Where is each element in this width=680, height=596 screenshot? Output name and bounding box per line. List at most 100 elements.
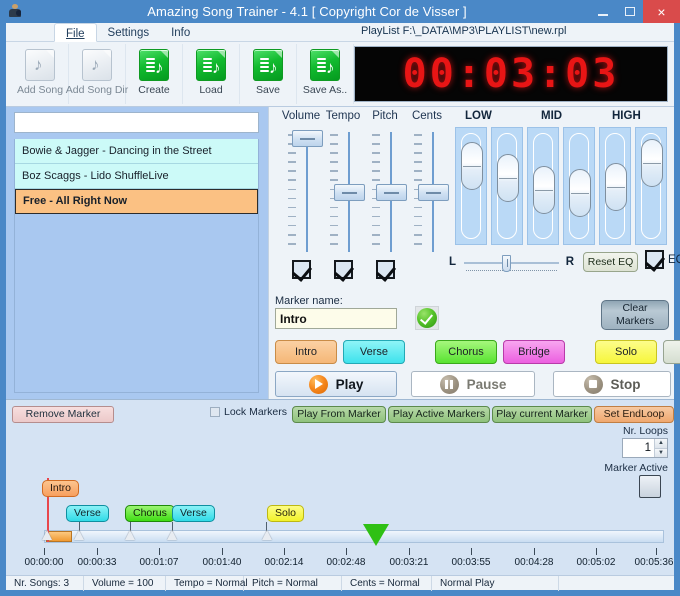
timeline-marker-handle[interactable]	[262, 530, 272, 540]
timeline-marker-handle[interactable]	[42, 530, 52, 540]
confirm-marker-button[interactable]	[415, 306, 439, 330]
nr-loops-spinner[interactable]: ▲ ▼	[654, 439, 667, 457]
toolbar-ribbon: ♪ Add Song ♪ Add Song Dir ♪ Create	[6, 42, 674, 107]
set-endloop-button[interactable]: Set EndLoop	[594, 406, 674, 423]
marker-intro-button[interactable]: Intro	[275, 340, 337, 364]
eq-slider-thumb[interactable]	[569, 169, 591, 217]
eq-high-left-slider[interactable]	[599, 127, 631, 245]
stop-button[interactable]: Stop	[553, 371, 671, 397]
status-playmode: Normal Play	[432, 576, 559, 591]
playback-position-marker[interactable]	[363, 524, 389, 546]
timeline-marker-handle[interactable]	[74, 530, 84, 540]
eq-slider-thumb[interactable]	[605, 163, 627, 211]
pause-label: Pause	[467, 377, 507, 392]
play-label: Play	[336, 377, 364, 392]
list-item[interactable]: Bowie & Jagger - Dancing in the Street	[15, 139, 258, 164]
volume-enable-checkbox[interactable]	[292, 260, 311, 279]
eq-low-right-slider[interactable]	[491, 127, 523, 245]
time-label: 00:01:07	[140, 557, 179, 568]
lock-markers-checkbox[interactable]	[210, 407, 220, 417]
spin-up-icon[interactable]: ▲	[655, 439, 667, 449]
save-as-button[interactable]: ♪ Save As..	[297, 44, 354, 104]
slider-thumb[interactable]	[418, 184, 449, 201]
pitch-enable-checkbox[interactable]	[376, 260, 395, 279]
song-filter-input[interactable]	[14, 112, 259, 133]
create-button[interactable]: ♪ Create	[126, 44, 183, 104]
menu-tab-file[interactable]: File	[54, 23, 97, 42]
minimize-button[interactable]	[589, 0, 616, 23]
timeline-marker-chorus[interactable]: Chorus	[125, 505, 175, 522]
nr-loops-value[interactable]: 1	[623, 442, 654, 454]
timeline-marker-solo[interactable]: Solo	[267, 505, 304, 522]
clear-markers-button[interactable]: ClearMarkers	[601, 300, 669, 330]
balance-thumb[interactable]	[502, 255, 511, 272]
play-from-marker-button[interactable]: Play From Marker	[292, 406, 386, 423]
menu-tab-settings[interactable]: Settings	[97, 23, 161, 42]
song-list-empty-area	[15, 216, 258, 392]
timeline-track[interactable]	[44, 530, 664, 543]
timeline[interactable]: Intro Verse Chorus Verse Solo 00:00:00	[6, 472, 674, 576]
play-button[interactable]: Play	[275, 371, 397, 397]
eq-sliders	[447, 127, 673, 245]
eq-high-label: HIGH	[612, 110, 641, 122]
marker-end-button[interactable]: End	[663, 340, 680, 364]
add-song-dir-button[interactable]: ♪ Add Song Dir	[69, 44, 126, 104]
eq-toggle-group: EQ	[645, 250, 680, 269]
marker-bridge-button[interactable]: Bridge	[503, 340, 565, 364]
timeline-marker-handle[interactable]	[167, 530, 177, 540]
menu-tab-settings-label: Settings	[108, 27, 150, 39]
eq-slider-thumb[interactable]	[497, 154, 519, 202]
playlist-doc-icon: ♪	[196, 49, 226, 81]
song-list[interactable]: Bowie & Jagger - Dancing in the Street B…	[14, 139, 259, 393]
list-item[interactable]: Free - All Right Now	[15, 189, 258, 214]
cents-slider[interactable]	[404, 128, 450, 256]
equalizer-panel: LOW MID HIGH L R Reset	[447, 110, 673, 279]
time-label: 00:03:55	[452, 557, 491, 568]
tempo-enable-checkbox[interactable]	[334, 260, 353, 279]
list-item[interactable]: Boz Scaggs - Lido ShuffleLive	[15, 164, 258, 189]
marker-chorus-button[interactable]: Chorus	[435, 340, 497, 364]
time-label: 00:00:00	[25, 557, 64, 568]
marker-name-input[interactable]	[275, 308, 397, 329]
reset-eq-button[interactable]: Reset EQ	[583, 252, 638, 272]
save-button[interactable]: ♪ Save	[240, 44, 297, 104]
spin-down-icon[interactable]: ▼	[655, 449, 667, 458]
pause-button[interactable]: Pause	[411, 371, 535, 397]
timeline-marker-handle[interactable]	[125, 530, 135, 540]
balance-slider[interactable]: L R	[449, 253, 574, 275]
balance-left-label: L	[449, 256, 456, 268]
add-song-label: Add Song	[17, 84, 63, 96]
marker-verse-button[interactable]: Verse	[343, 340, 405, 364]
timeline-marker-verse-2[interactable]: Verse	[172, 505, 215, 522]
marker-solo-button[interactable]: Solo	[595, 340, 657, 364]
nr-loops-stepper[interactable]: 1 ▲ ▼	[622, 438, 668, 458]
eq-slider-thumb[interactable]	[461, 142, 483, 190]
lock-markers-group[interactable]: Lock Markers	[210, 406, 287, 418]
status-cents: Cents = Normal	[342, 576, 432, 591]
eq-slider-thumb[interactable]	[641, 139, 663, 187]
add-song-button[interactable]: ♪ Add Song	[12, 44, 69, 104]
time-label: 00:00:33	[78, 557, 117, 568]
play-active-markers-button[interactable]: Play Active Markers	[388, 406, 490, 423]
close-button[interactable]: ×	[643, 0, 680, 23]
menu-tab-info[interactable]: Info	[160, 23, 201, 42]
timeline-marker-intro[interactable]: Intro	[42, 480, 79, 497]
eq-low-left-slider[interactable]	[455, 127, 487, 245]
menu-tab-file-label: File	[66, 28, 85, 40]
maximize-button[interactable]	[616, 0, 643, 23]
eq-slider-thumb[interactable]	[533, 166, 555, 214]
load-button[interactable]: ♪ Load	[183, 44, 240, 104]
clear-markers-line1: Clear	[622, 302, 647, 314]
menu-tabs: File Settings Info	[54, 23, 201, 42]
eq-mid-right-slider[interactable]	[563, 127, 595, 245]
eq-enable-checkbox[interactable]	[645, 250, 664, 269]
status-nr-songs: Nr. Songs: 3	[6, 576, 84, 591]
eq-mid-left-slider[interactable]	[527, 127, 559, 245]
slider-ticks	[288, 134, 298, 252]
minimize-icon	[598, 14, 608, 16]
remove-marker-button[interactable]: Remove Marker	[12, 406, 114, 423]
play-current-marker-button[interactable]: Play current Marker	[492, 406, 592, 423]
playlist-path-label: PlayList F:\_DATA\MP3\PLAYLIST\new.rpl	[361, 25, 566, 37]
timeline-marker-verse-1[interactable]: Verse	[66, 505, 109, 522]
eq-high-right-slider[interactable]	[635, 127, 667, 245]
